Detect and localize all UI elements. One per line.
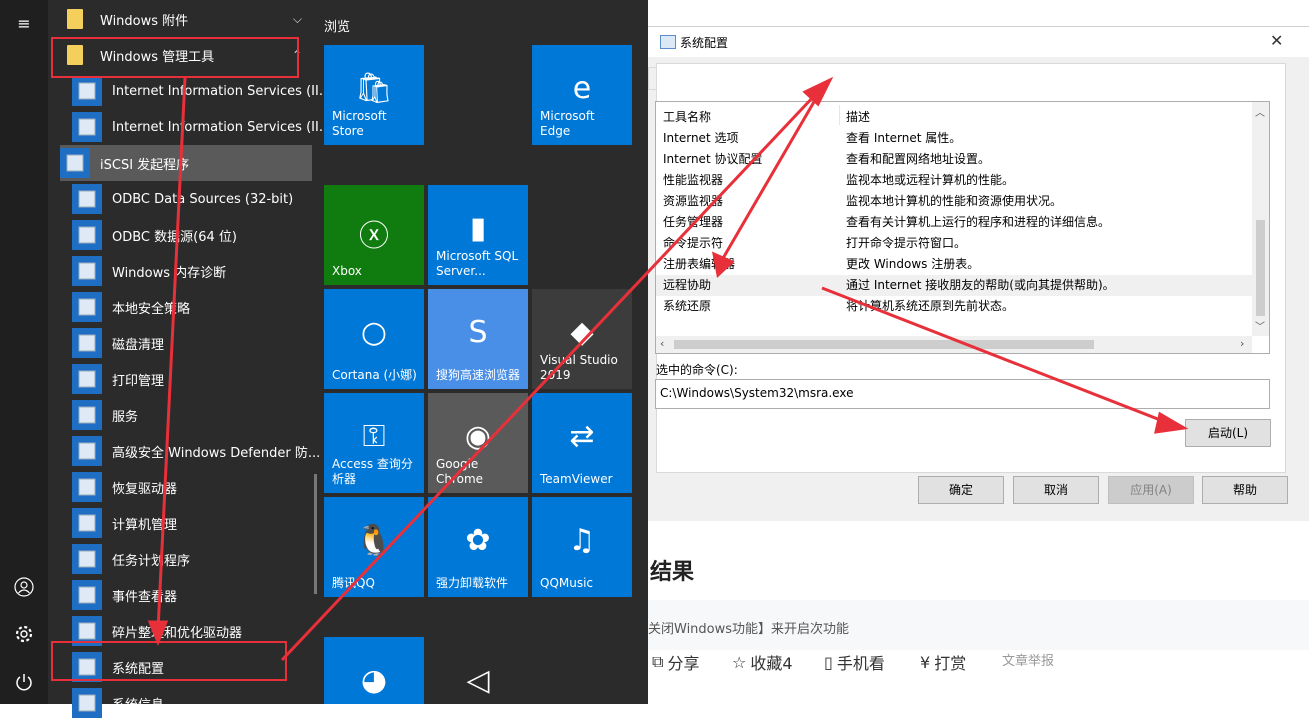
arrow-remote-head bbox=[711, 251, 735, 278]
arrow-to-launch bbox=[821, 286, 1169, 425]
arrow-down bbox=[156, 77, 187, 631]
arrow-down-head bbox=[147, 620, 169, 647]
arrow-to-tools-tab bbox=[280, 93, 817, 662]
annotation-arrows bbox=[147, 76, 1189, 662]
arrow-launch-head bbox=[1154, 411, 1189, 434]
